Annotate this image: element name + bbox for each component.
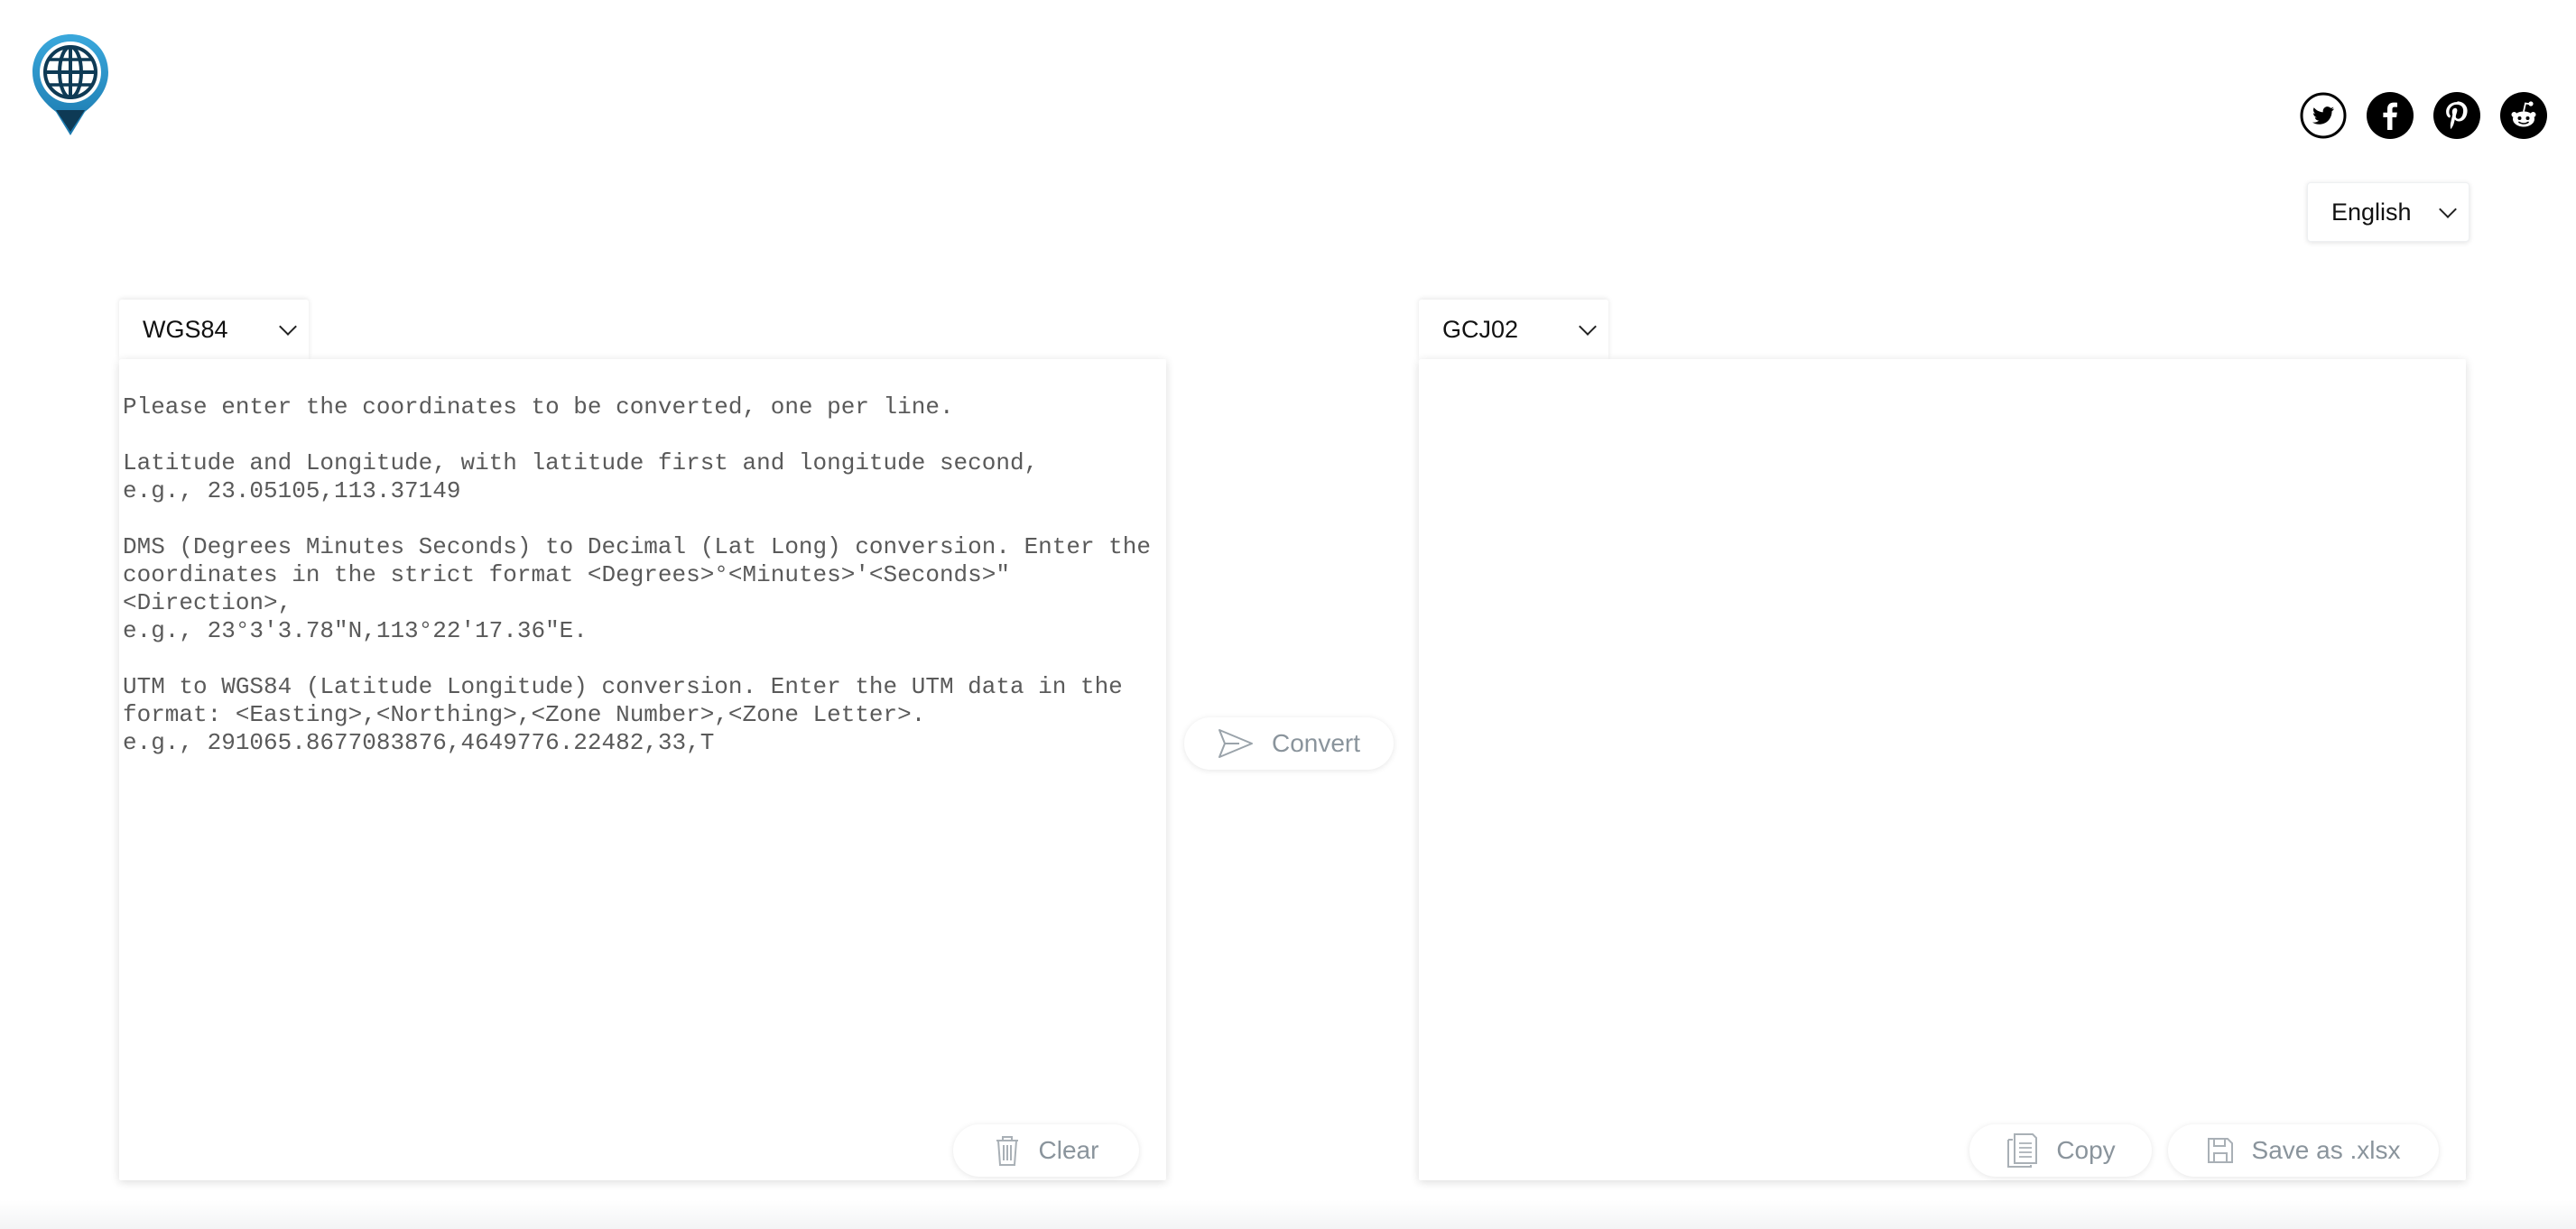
- footer-shadow: [0, 1200, 2576, 1229]
- language-select[interactable]: English: [2307, 182, 2469, 242]
- save-xlsx-button[interactable]: Save as .xlsx: [2168, 1124, 2439, 1177]
- coordinates-output[interactable]: [1422, 393, 2457, 971]
- trash-icon: [996, 1136, 1018, 1166]
- input-panel: Clear: [119, 359, 1166, 1180]
- source-crs-value: WGS84: [143, 315, 228, 343]
- save-xlsx-button-label: Save as .xlsx: [2251, 1136, 2401, 1164]
- page: English WGS84 Clear Convert GCJ02: [0, 0, 2576, 1229]
- twitter-icon[interactable]: [2300, 92, 2347, 139]
- source-crs-select[interactable]: WGS84: [119, 300, 309, 359]
- copy-button-label: Copy: [2056, 1136, 2116, 1164]
- pinterest-icon[interactable]: [2433, 92, 2480, 139]
- social-share-bar: [2300, 92, 2547, 139]
- output-panel: Copy Save as .xlsx: [1419, 359, 2466, 1180]
- clear-button[interactable]: Clear: [953, 1124, 1139, 1177]
- globe-location-pin-icon[interactable]: [29, 31, 112, 137]
- convert-button-label: Convert: [1271, 729, 1361, 757]
- target-crs-value: GCJ02: [1442, 315, 1519, 343]
- language-select-value: English: [2331, 198, 2412, 226]
- target-crs-select[interactable]: GCJ02: [1419, 300, 1608, 359]
- convert-button[interactable]: Convert: [1184, 717, 1394, 770]
- send-icon: [1218, 729, 1253, 758]
- chevron-down-icon: [1579, 318, 1597, 336]
- copy-icon: [2007, 1133, 2038, 1168]
- save-icon: [2207, 1138, 2233, 1163]
- coordinates-input[interactable]: [123, 393, 1157, 971]
- chevron-down-icon: [279, 318, 297, 336]
- chevron-down-icon: [2439, 200, 2457, 218]
- copy-button[interactable]: Copy: [1969, 1124, 2152, 1177]
- clear-button-label: Clear: [1038, 1136, 1099, 1164]
- reddit-icon[interactable]: [2500, 92, 2547, 139]
- facebook-icon[interactable]: [2367, 92, 2414, 139]
